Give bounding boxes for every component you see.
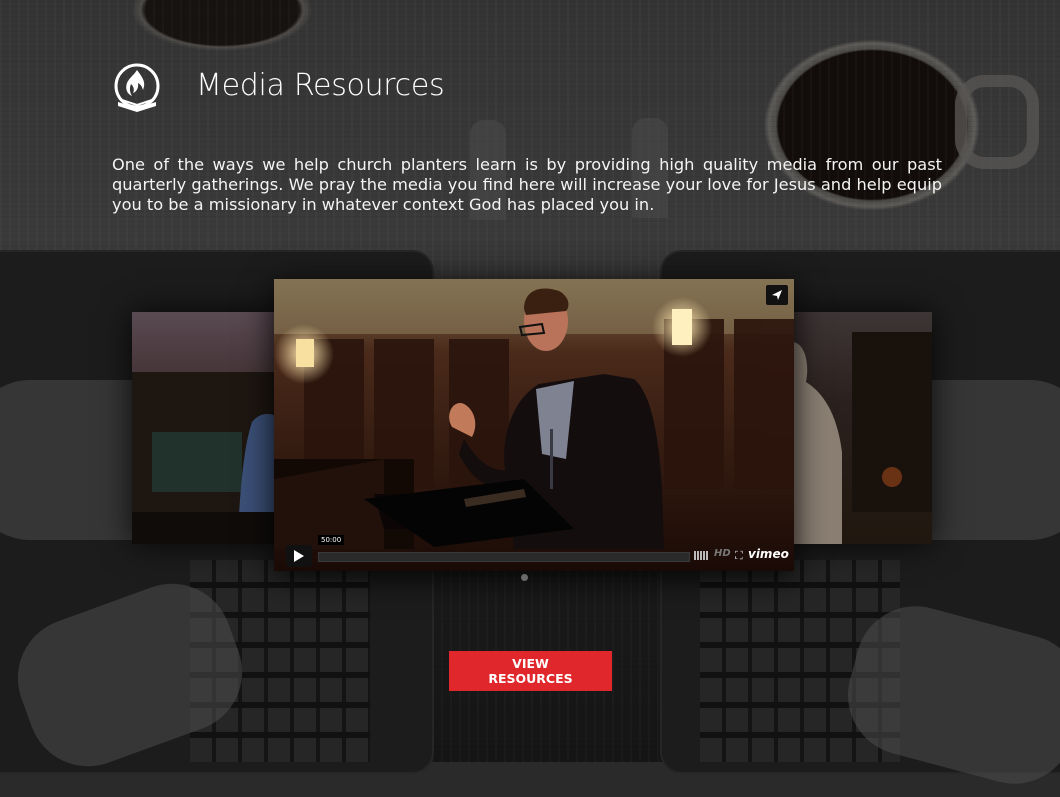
share-icon[interactable]	[766, 285, 788, 305]
player-controls: 50:00 HD ⛶ vimeo	[274, 535, 794, 571]
progress-bar[interactable]	[318, 552, 690, 562]
intro-paragraph: One of the ways we help church planters …	[112, 155, 942, 214]
video-player[interactable]: 50:00 HD ⛶ vimeo	[274, 279, 794, 571]
fullscreen-icon[interactable]: ⛶	[735, 549, 743, 563]
volume-icon[interactable]	[694, 551, 708, 560]
coffee-cup-handle	[955, 75, 1039, 169]
view-resources-button[interactable]: VIEW RESOURCES	[449, 651, 612, 691]
page-title: Media Resources	[196, 68, 445, 103]
carousel-slide-next[interactable]	[792, 312, 932, 544]
time-display: 50:00	[318, 535, 345, 545]
play-icon[interactable]	[286, 545, 312, 567]
video-frame-image	[274, 279, 794, 571]
flame-book-icon[interactable]	[112, 62, 162, 116]
carousel-indicator[interactable]	[521, 574, 528, 581]
carousel-slide-previous[interactable]	[132, 312, 278, 544]
hd-button[interactable]: HD	[714, 548, 731, 559]
vimeo-logo[interactable]: vimeo	[748, 547, 789, 561]
